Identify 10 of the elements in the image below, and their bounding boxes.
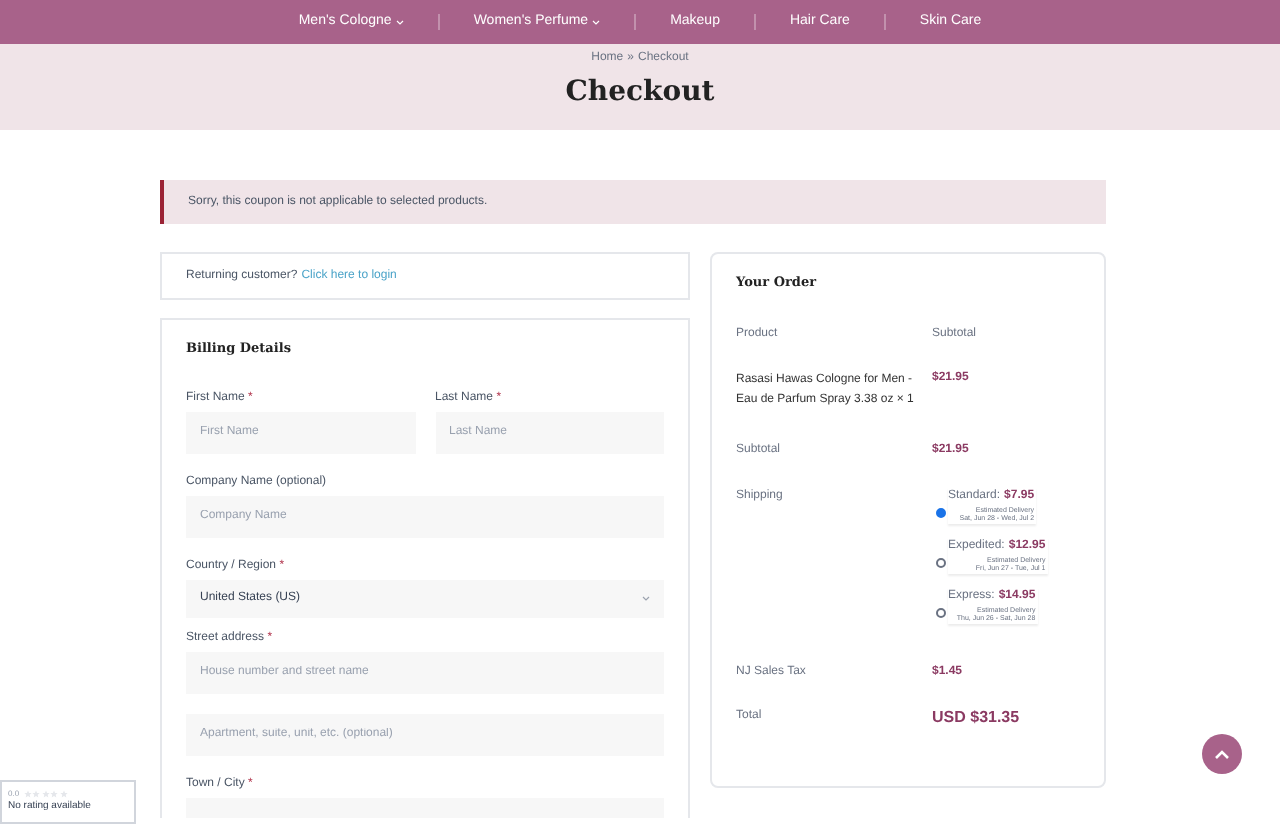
total-value: USD $31.35 [932, 705, 1020, 730]
shipping-radio[interactable] [936, 557, 946, 568]
shipping-radio[interactable] [936, 507, 946, 518]
shipping-radio[interactable] [936, 607, 946, 618]
chevron-down-icon [592, 19, 601, 25]
caret-icon [642, 595, 650, 602]
chevron-down-icon [395, 19, 404, 25]
scroll-to-top-button[interactable] [1202, 734, 1242, 774]
chevron-up-icon [1214, 748, 1230, 760]
page-title: Checkout [565, 74, 715, 112]
